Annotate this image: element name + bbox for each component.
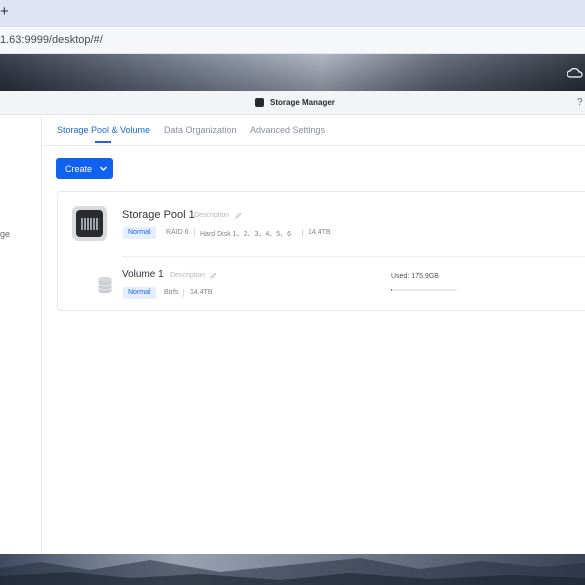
help-icon[interactable]: ?	[577, 97, 583, 108]
volume-status-badge: Normal	[123, 287, 156, 299]
tab-data-organization[interactable]: Data Organization	[164, 125, 237, 135]
create-button-label: Create	[65, 163, 93, 174]
volume-usage-bar	[391, 289, 457, 291]
desktop-wallpaper-top	[0, 54, 585, 91]
volume-usage-fill	[391, 289, 392, 291]
volume-filesystem: Btrfs	[164, 289, 179, 296]
active-tab-indicator	[95, 141, 111, 143]
url-text[interactable]: 1.63:9999/desktop/#/	[0, 34, 103, 46]
desktop-wallpaper-bottom	[0, 554, 585, 585]
volume-title: Volume 1	[122, 269, 164, 280]
browser-tab-bar: +	[0, 0, 585, 27]
chevron-down-icon	[100, 166, 108, 171]
new-tab-button[interactable]: +	[0, 4, 9, 20]
pool-raid: RAID 6	[166, 229, 189, 236]
address-bar[interactable]: 1.63:9999/desktop/#/	[0, 27, 585, 54]
window-title: Storage Manager	[270, 98, 335, 107]
main-content	[42, 116, 585, 554]
edit-pencil-icon[interactable]	[210, 272, 217, 279]
tab-storage-pool-volume[interactable]: Storage Pool & Volume	[57, 125, 150, 135]
pool-status-badge: Normal	[123, 227, 156, 239]
volume-used-label: Used: 175.9GB	[391, 273, 439, 280]
create-button[interactable]: Create	[56, 158, 113, 179]
edit-pencil-icon[interactable]	[235, 212, 242, 219]
volume-icon	[98, 276, 112, 294]
pool-title: Storage Pool 1	[122, 209, 195, 221]
storage-pool-icon	[72, 206, 107, 241]
cloud-icon[interactable]	[567, 66, 583, 80]
card-divider	[122, 256, 585, 257]
pool-capacity: 14.4TB	[308, 229, 331, 236]
volume-description[interactable]: Description	[170, 272, 205, 279]
storage-manager-app-icon	[255, 98, 264, 107]
sidebar-item-storage[interactable]: ge	[0, 229, 10, 239]
pool-disks: Hard Disk 1、2、3、4、5、6	[200, 231, 292, 238]
sidebar	[0, 116, 42, 554]
tab-advanced-settings[interactable]: Advanced Settings	[250, 125, 325, 135]
volume-capacity: 14.4TB	[190, 289, 213, 296]
pool-description[interactable]: Description	[194, 212, 229, 219]
